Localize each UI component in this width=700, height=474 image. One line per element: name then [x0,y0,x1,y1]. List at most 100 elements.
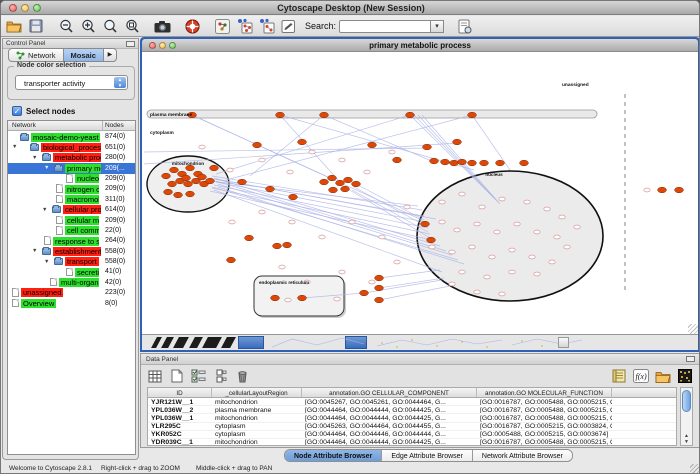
expand-arrow-icon[interactable]: ▼ [32,248,37,254]
column-header[interactable]: annotation.GO MOLECULAR_FUNCTION [477,388,612,397]
new-attribute-icon[interactable] [168,368,185,384]
tree-row[interactable]: ▼cellular process614(0) [8,205,135,215]
tree-row[interactable]: secretion41(0) [8,267,135,277]
tree-row[interactable]: macromolecule311(0) [8,194,135,204]
float-data-panel-icon[interactable] [686,356,695,362]
tree-row[interactable]: nucleobase-209(0) [8,174,135,184]
table-cell[interactable]: [GO:0044464, GO:0044444, GO:0044425, G..… [302,406,477,413]
select-attributes-icon[interactable] [190,368,207,384]
table-cell[interactable]: [GO:0044464, GO:0044444, GO:0044425, G..… [302,414,477,421]
column-header[interactable]: ID [148,388,212,397]
snapshot-camera-icon[interactable] [153,18,171,34]
unselect-attributes-icon[interactable] [212,368,229,384]
table-cell[interactable]: [GO:0016787, GO:0005215, GO:0003824, G..… [477,423,612,430]
network-canvas[interactable]: plasma membranecytoplasmmitochondrionnuc… [142,52,698,334]
tree-row[interactable]: cell communicat22(0) [8,226,135,236]
table-cell[interactable]: [GO:0016787, GO:0005488, GO:0005215, G..… [477,406,612,413]
zoom-fit-icon[interactable] [101,18,119,34]
preferences-network-icon[interactable] [213,18,231,34]
table-cell[interactable]: YDR039C__1 [148,439,212,446]
tree-row[interactable]: response to stimulu264(0) [8,236,135,246]
tree-col-network[interactable]: Network [12,122,36,129]
tree-row[interactable]: ▼biological_process651(0) [8,142,135,152]
table-row[interactable]: YLR295Ccytoplasm[GO:0045263, GO:0044464,… [148,423,676,431]
table-row[interactable]: YPL036W__2plasma membrane[GO:0044464, GO… [148,406,676,414]
table-row[interactable]: YJR121W__1mitochondrion[GO:0045267, GO:0… [148,398,676,406]
table-cell[interactable]: [GO:0045267, GO:0045261, GO:0044464, G..… [302,398,477,405]
table-cell[interactable]: mitochondrion [212,414,302,421]
search-dropdown-button[interactable]: ▾ [431,20,444,33]
table-cell[interactable]: YPL036W__1 [148,414,212,421]
select-nodes-checkbox[interactable]: ✓ [12,106,22,116]
table-cell[interactable]: [GO:0045263, GO:0044464, GO:0044455, G..… [302,423,477,430]
tree-row[interactable]: ▼metabolic process280(0) [8,153,135,163]
attribute-matrix-icon[interactable] [676,368,693,384]
node-color-combobox[interactable]: transporter activity ▲▼ [15,75,128,90]
table-row[interactable]: YKR052Ccytoplasm[GO:0044464, GO:0044446,… [148,431,676,439]
column-header[interactable]: _cellularLayoutRegion [212,388,302,397]
tree-row[interactable]: unassigned223(0) [8,288,135,298]
tree-row[interactable]: nitrogen compo209(0) [8,184,135,194]
table-cell[interactable]: [GO:0044464, GO:0044446, GO:0044444, G..… [302,431,477,438]
column-header[interactable]: annotation.GO CELLULAR_COMPONENT [302,388,477,397]
scrollbar-thumb[interactable] [682,390,691,412]
squeezed-window-button[interactable] [558,337,569,348]
tab-node-attribute-browser[interactable]: Node Attribute Browser [285,450,382,461]
scrollbar-arrows[interactable]: ▲▼ [681,433,692,445]
annotation-page-icon[interactable] [279,18,297,34]
zoom-selected-icon[interactable] [123,18,141,34]
table-scrollbar[interactable]: ▲▼ [680,387,693,446]
attribute-grid-icon[interactable] [146,368,163,384]
window-resize-grip[interactable] [690,464,700,474]
table-cell[interactable]: YLR295C [148,423,212,430]
table-cell[interactable]: [GO:0016787, GO:0005488, GO:0005215, G..… [477,414,612,421]
delete-attribute-icon[interactable] [234,368,251,384]
table-cell[interactable]: YJR121W__1 [148,398,212,405]
save-icon[interactable] [27,18,45,34]
table-cell[interactable]: [GO:0005488, GO:0005215, GO:0003674] [477,431,612,438]
tab-edge-attribute-browser[interactable]: Edge Attribute Browser [382,450,473,461]
table-row[interactable]: YPL036W__1mitochondrion[GO:0044464, GO:0… [148,414,676,422]
canvas-resize-grip[interactable] [688,324,698,334]
expand-arrow-icon[interactable]: ▼ [44,259,49,265]
import-attributes-icon[interactable] [654,368,671,384]
tree-row[interactable]: multi-organism pro42(0) [8,277,135,287]
tabs-overflow-arrow[interactable]: ▶ [104,48,117,62]
table-cell[interactable]: [GO:0044464, GO:0044444, GO:0044425, G..… [302,439,477,446]
tab-network-attribute-browser[interactable]: Network Attribute Browser [473,450,572,461]
expand-arrow-icon[interactable]: ▼ [44,165,49,171]
table-cell[interactable]: cytoplasm [212,423,302,430]
float-panel-icon[interactable] [126,41,135,47]
tab-mosaic[interactable]: Mosaic [64,48,104,62]
table-cell[interactable]: cytoplasm [212,431,302,438]
table-cell[interactable]: [GO:0016787, GO:0005488, GO:0005215, G..… [477,398,612,405]
tree-row[interactable]: Overview8(0) [8,298,135,308]
open-file-icon[interactable] [5,18,23,34]
tree-col-nodes[interactable]: Nodes [105,122,124,129]
table-cell[interactable]: plasma membrane [212,406,302,413]
network-graph[interactable]: plasma membranecytoplasmmitochondrionnuc… [142,52,698,334]
attribute-editor-icon[interactable] [610,368,627,384]
help-lifesaver-icon[interactable] [183,18,201,34]
search-input[interactable] [339,20,431,33]
table-cell[interactable]: YPL036W__2 [148,406,212,413]
tree-row[interactable]: mosaic-demo-yeast874(0) [8,132,135,142]
zoom-in-icon[interactable] [79,18,97,34]
table-cell[interactable]: mitochondrion [212,398,302,405]
table-cell[interactable]: mitochondrion [212,439,302,446]
table-row[interactable]: YDR039C__1mitochondrion[GO:0044464, GO:0… [148,439,676,446]
function-builder-icon[interactable]: f(x) [632,368,649,384]
table-cell[interactable]: [GO:0016787, GO:0005488, GO:0005215, G..… [477,439,612,446]
tab-network[interactable]: Network [8,48,64,62]
app-titlebar[interactable]: Cytoscape Desktop (New Session) [1,1,700,15]
tree-row[interactable]: ▼transport558(0) [8,257,135,267]
table-cell[interactable]: YKR052C [148,431,212,438]
expand-arrow-icon[interactable]: ▼ [12,144,17,150]
zoom-out-icon[interactable] [57,18,75,34]
destroy-view-icon[interactable] [257,18,275,34]
expand-arrow-icon[interactable]: ▼ [42,207,47,213]
search-config-icon[interactable] [456,18,474,34]
create-view-icon[interactable] [235,18,253,34]
network-window-titlebar[interactable]: primary metabolic process [142,39,698,52]
expand-arrow-icon[interactable]: ▼ [32,155,37,161]
